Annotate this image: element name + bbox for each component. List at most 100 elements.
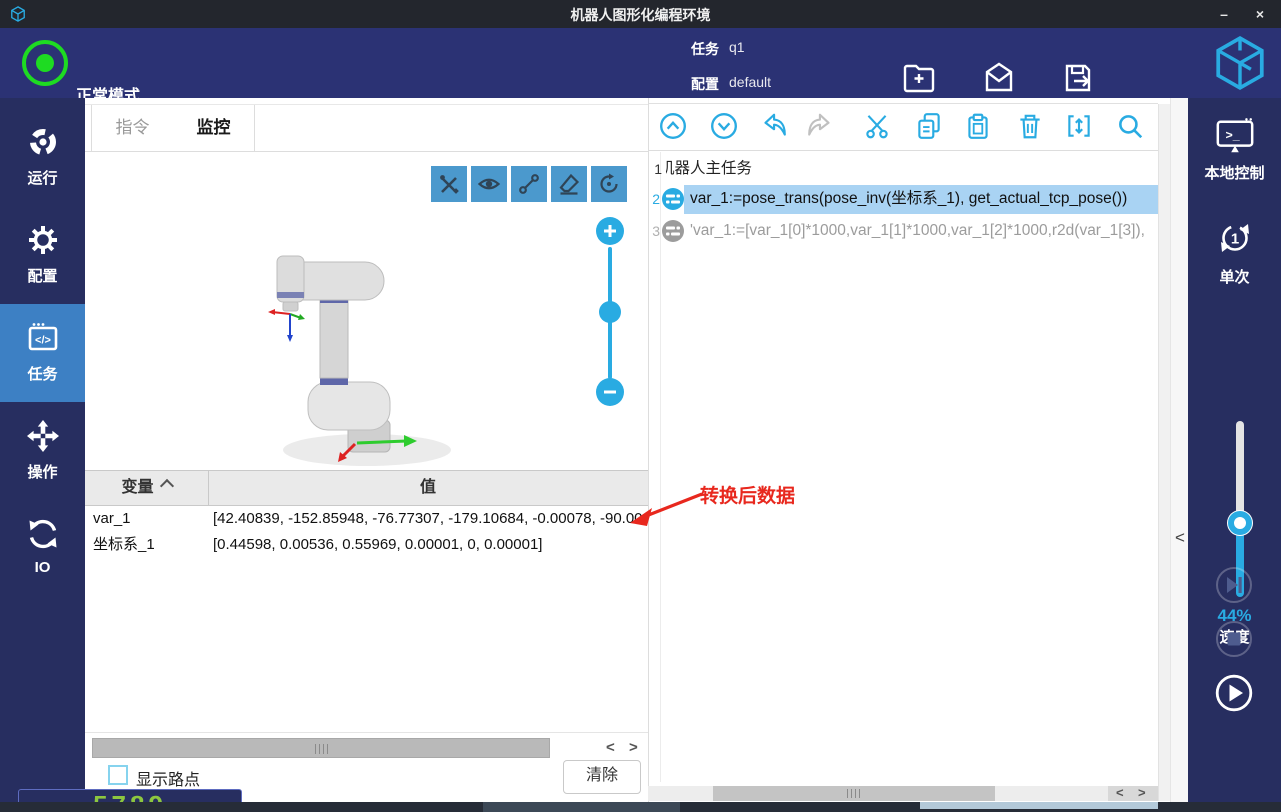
annotation-label: 转换后数据 (700, 481, 795, 508)
window-title: 机器人图形化编程环境 (0, 5, 1281, 25)
mode-label: 正常模式 (76, 82, 140, 106)
show-waypoints-checkbox[interactable] (108, 765, 128, 785)
tabs-divider (85, 151, 648, 152)
viewport-eraser-button[interactable] (551, 166, 587, 202)
table-row-name[interactable]: 坐标系_1 (93, 532, 205, 558)
cut-button[interactable] (862, 111, 892, 141)
table-row-value[interactable]: [0.44598, 0.00536, 0.55969, 0.00001, 0, … (213, 532, 645, 558)
column-value[interactable]: 值 (208, 471, 648, 505)
play-button[interactable] (1215, 674, 1253, 712)
io-cycle-icon (25, 516, 61, 552)
line-number: 2 (646, 187, 660, 211)
rotate-icon (597, 172, 621, 196)
program-hscrollbar-thumb[interactable] (713, 786, 995, 801)
sidebar-item-io[interactable]: IO (0, 500, 85, 598)
monitor-hscrollbar[interactable] (92, 738, 550, 758)
path-icon (517, 172, 541, 196)
config-value: default (729, 74, 771, 90)
table-row-name[interactable]: var_1 (93, 506, 205, 532)
code-window-icon: </> (25, 320, 61, 356)
open-file-icon (980, 60, 1018, 96)
program-line[interactable]: 机器人主任务 (666, 156, 1158, 182)
single-run-label: 单次 (1188, 266, 1281, 287)
search-button[interactable] (1115, 111, 1145, 141)
svg-text:>_: >_ (1225, 128, 1239, 142)
local-control-label: 本地控制 (1188, 162, 1281, 183)
sort-caret-icon (159, 479, 173, 493)
variable-table-header: 变量 值 (85, 470, 648, 506)
eraser-icon (557, 172, 581, 196)
svg-text:1: 1 (1231, 231, 1239, 248)
play-icon (1215, 674, 1253, 712)
stop-button[interactable] (1215, 620, 1253, 658)
save-icon (1060, 60, 1098, 96)
tab-monitor[interactable]: 监控 (173, 104, 255, 151)
svg-text:</>: </> (35, 335, 51, 347)
copy-button[interactable] (914, 111, 944, 141)
titlebar: 机器人图形化编程环境 – × (0, 0, 1281, 28)
assignment-icon (661, 187, 685, 211)
config-label: 配置 (691, 74, 719, 94)
new-folder-icon (900, 60, 938, 96)
tab-instruction[interactable]: 指令 (91, 104, 174, 151)
delete-button[interactable] (1015, 111, 1045, 141)
minimize-button[interactable]: – (1207, 0, 1241, 28)
app-window: 机器人图形化编程环境 – × 正常模式 任务 q1 配置 default 新建 … (0, 0, 1281, 812)
brand-logo-icon (1212, 34, 1268, 92)
local-control-button[interactable]: >_ (1214, 116, 1256, 163)
speed-slider-thumb[interactable] (1227, 510, 1253, 536)
collapse-arrow: < (1175, 528, 1185, 548)
line-number: 1 (648, 157, 662, 181)
single-run-button[interactable]: 1 (1213, 216, 1257, 265)
move-down-button[interactable] (709, 111, 739, 141)
program-scroll-left[interactable]: < (1116, 785, 1124, 800)
stop-icon (1215, 620, 1253, 658)
program-line-selected[interactable]: var_1:=pose_trans(pose_inv(坐标系_1), get_a… (690, 186, 1158, 212)
table-row-value[interactable]: [42.40839, -152.85948, -76.77307, -179.1… (213, 506, 645, 532)
bottom-strip (0, 802, 1281, 812)
paste-button[interactable] (963, 111, 993, 141)
close-button[interactable]: × (1243, 0, 1277, 28)
sidebar-item-config[interactable]: 配置 (0, 206, 85, 304)
undo-button[interactable] (758, 111, 788, 141)
task-label: 任务 (691, 39, 719, 59)
viewport-tools-button[interactable] (431, 166, 467, 202)
move-arrows-icon (25, 418, 61, 454)
annotation-arrow (622, 486, 712, 534)
viewport-path-button[interactable] (511, 166, 547, 202)
viewport-rotate-button[interactable] (591, 166, 627, 202)
run-icon (25, 124, 61, 160)
assignment-icon-disabled (661, 219, 685, 243)
viewport-visibility-button[interactable] (471, 166, 507, 202)
line-number: 3 (646, 219, 660, 243)
status-normal-icon (22, 40, 68, 86)
sidebar-item-run[interactable]: 运行 (0, 108, 85, 206)
scroll-right-button[interactable]: > (629, 739, 638, 756)
gear-icon (25, 222, 61, 258)
zoom-in-button[interactable] (596, 217, 624, 245)
eye-icon (477, 172, 501, 196)
skip-next-icon (1215, 566, 1253, 604)
left-sidebar: 运行 配置 </> 任务 (0, 98, 85, 812)
scroll-left-button[interactable]: < (606, 739, 615, 756)
scrollbar-grip (315, 744, 328, 754)
redo-button[interactable] (806, 111, 836, 141)
collapse-panel-strip[interactable]: < (1170, 98, 1189, 812)
clear-button[interactable]: 清除 (563, 760, 641, 794)
terminal-icon: >_ (1214, 116, 1256, 158)
program-line-disabled[interactable]: 'var_1:=[var_1[0]*1000,var_1[1]*1000,var… (690, 218, 1158, 244)
header: 正常模式 任务 q1 配置 default 新建 打开 保存 (0, 28, 1281, 98)
zoom-out-button[interactable] (596, 378, 624, 406)
robot-3d-view[interactable] (235, 240, 475, 470)
tools-icon (437, 172, 461, 196)
sidebar-item-operate[interactable]: 操作 (0, 402, 85, 500)
zoom-slider-thumb[interactable] (599, 301, 621, 323)
sidebar-item-task[interactable]: </> 任务 (0, 304, 85, 402)
step-button[interactable] (1215, 566, 1253, 604)
column-variable[interactable]: 变量 (85, 471, 208, 505)
task-value: q1 (729, 39, 745, 55)
move-up-button[interactable] (658, 111, 688, 141)
insert-bracket-button[interactable] (1064, 111, 1094, 141)
program-scroll-right[interactable]: > (1138, 785, 1146, 800)
show-waypoints-label: 显示路点 (136, 766, 200, 790)
